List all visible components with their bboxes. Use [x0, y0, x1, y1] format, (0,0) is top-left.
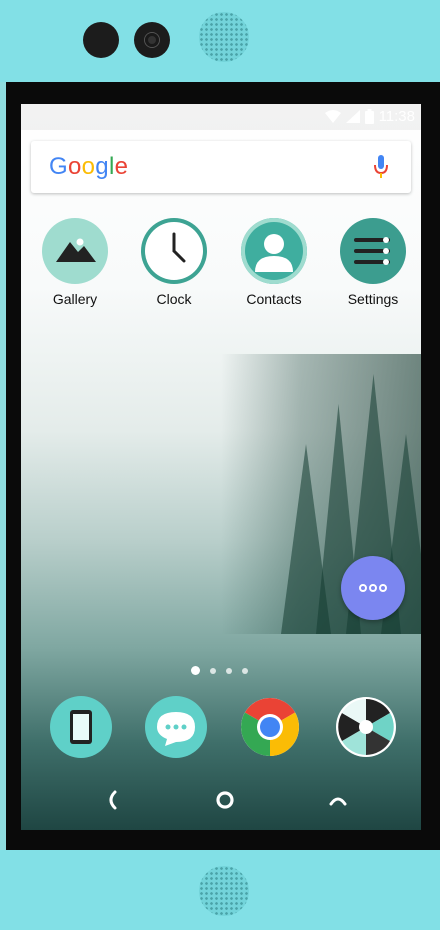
more-options-button[interactable] [341, 556, 405, 620]
device-top-bezel [0, 0, 440, 82]
dock-chrome[interactable] [239, 696, 301, 758]
chrome-icon [241, 698, 299, 756]
cell-signal-icon [345, 110, 360, 123]
page-indicator [191, 666, 248, 675]
app-label: Clock [156, 291, 192, 307]
app-gallery[interactable]: Gallery [35, 218, 115, 307]
page-dot [210, 667, 216, 674]
sliders-icon [340, 218, 406, 284]
app-label: Settings [347, 291, 399, 307]
chat-bubble-icon [157, 712, 195, 746]
app-contacts[interactable]: Contacts [234, 218, 314, 307]
mountain-icon [42, 218, 108, 284]
google-logo: Google [49, 153, 129, 180]
bottom-speaker-grille [199, 866, 249, 916]
battery-icon [364, 109, 374, 124]
page-dot [226, 667, 232, 674]
wifi-icon [324, 110, 341, 123]
home-icon[interactable] [213, 788, 237, 812]
back-icon[interactable] [103, 788, 123, 812]
status-bar: 11:38 [21, 104, 421, 130]
status-time: 11:38 [378, 108, 415, 125]
app-settings[interactable]: Settings [333, 218, 413, 307]
dock-phone[interactable] [50, 696, 112, 758]
dock-messages[interactable] [145, 696, 207, 758]
home-screen: 11:38 Google Gallery Clock Contacts Sett… [21, 104, 421, 830]
mic-icon[interactable] [373, 155, 389, 179]
recents-icon[interactable] [326, 788, 350, 812]
device-bottom-bezel [0, 850, 440, 930]
dock-camera[interactable] [335, 696, 397, 758]
page-dot [242, 667, 248, 674]
phone-device-icon [70, 710, 92, 744]
person-icon [241, 218, 307, 284]
camera-aperture-icon [336, 697, 396, 757]
device-side-edge [0, 82, 6, 850]
page-dot-active [191, 666, 200, 675]
more-horizontal-icon [359, 584, 387, 592]
top-speaker-grille [199, 12, 249, 62]
app-label: Gallery [52, 291, 98, 307]
app-label: Contacts [246, 291, 302, 307]
app-clock[interactable]: Clock [134, 218, 214, 307]
front-camera [134, 22, 170, 58]
google-search-bar[interactable]: Google [31, 141, 411, 193]
front-sensor [83, 22, 119, 58]
clock-icon [141, 218, 207, 284]
